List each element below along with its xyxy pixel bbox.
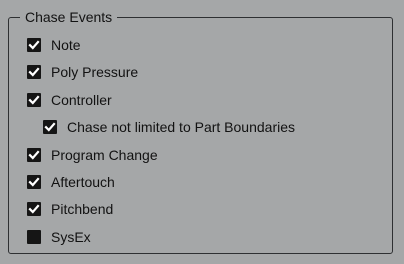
checkbox-box[interactable] [27,202,41,216]
checkbox-label: Program Change [51,147,158,163]
checkmark-icon [28,150,40,160]
checkbox-box[interactable] [27,93,41,107]
checkbox-pitchbend[interactable]: Pitchbend [27,199,113,219]
checkmark-icon [28,40,40,50]
checkbox-controller[interactable]: Controller [27,90,112,110]
checkbox-label: Pitchbend [51,201,114,217]
checkbox-label: Poly Pressure [51,64,139,80]
checkbox-box[interactable] [27,65,41,79]
checkbox-poly-pressure[interactable]: Poly Pressure [27,62,138,82]
checkbox-box[interactable] [27,175,41,189]
checkbox-program-change[interactable]: Program Change [27,145,158,165]
checkbox-box[interactable] [27,148,41,162]
checkmark-icon [28,204,40,214]
checkbox-label: SysEx [51,229,91,245]
checkbox-box[interactable] [27,38,41,52]
checkmark-icon [28,177,40,187]
checkmark-icon [28,95,40,105]
checkbox-chase-not-limited[interactable]: Chase not limited to Part Boundaries [43,117,295,137]
checkbox-note[interactable]: Note [27,35,81,55]
checkbox-label: Note [51,37,81,53]
checkmark-icon [28,67,40,77]
checkmark-icon [44,122,56,132]
checkbox-label: Controller [51,92,112,108]
checkbox-aftertouch[interactable]: Aftertouch [27,172,115,192]
group-title: Chase Events [20,8,118,26]
checkbox-box[interactable] [43,120,57,134]
checkbox-sysex[interactable]: SysEx [27,227,91,247]
checkbox-label: Chase not limited to Part Boundaries [67,119,296,135]
checkbox-box[interactable] [27,230,41,244]
checkbox-label: Aftertouch [51,174,115,190]
